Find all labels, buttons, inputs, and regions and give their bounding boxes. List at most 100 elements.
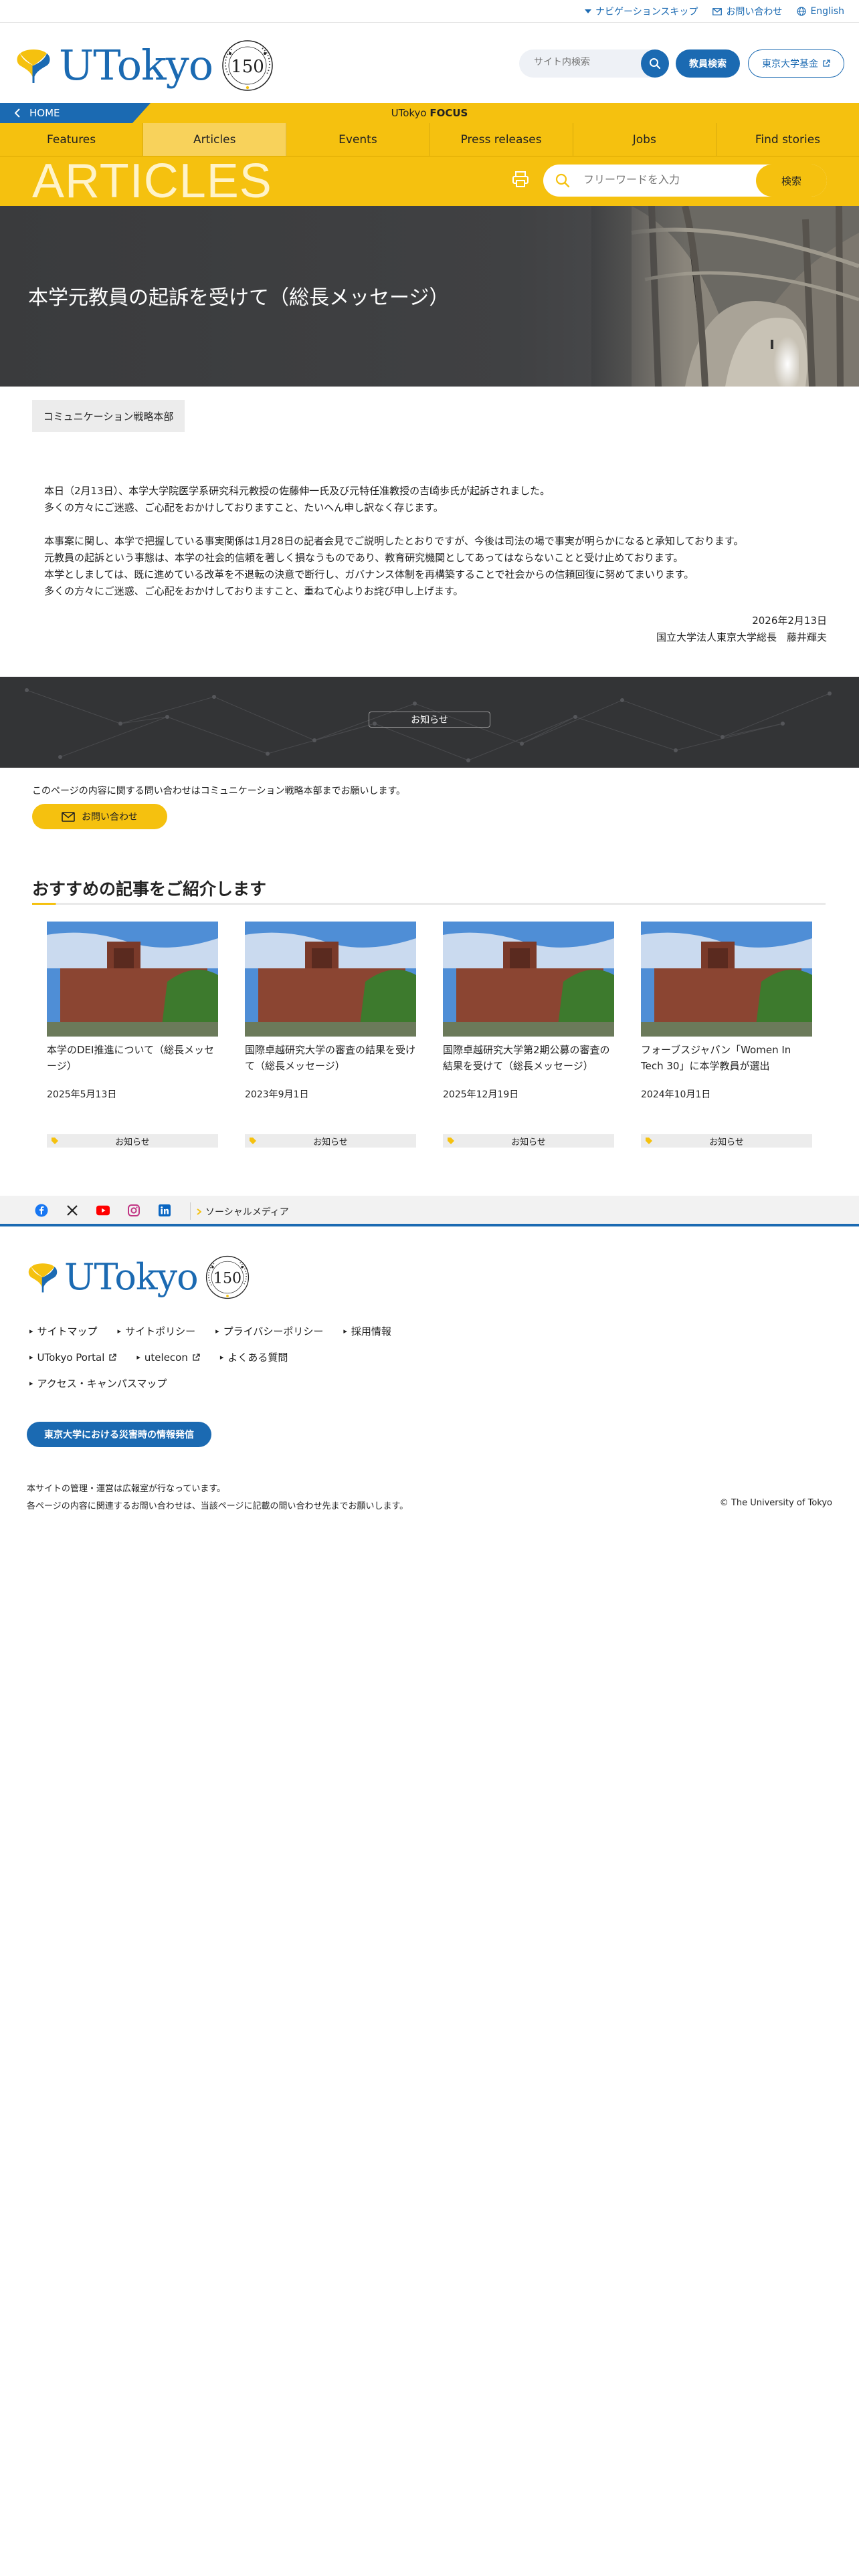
- chevron-right-icon: ▸: [29, 1379, 33, 1388]
- footer-note: 各ページの内容に関連するお問い合わせは、当該ページに記載の問い合わせ先までお願い…: [27, 1501, 409, 1511]
- footer-link-access-map[interactable]: ▸ アクセス・キャンパスマップ: [29, 1376, 167, 1390]
- footer-link-site-policy[interactable]: ▸ サイトポリシー: [118, 1324, 196, 1338]
- skip-navigation-link[interactable]: ナビゲーションスキップ: [584, 5, 698, 18]
- article-line: 多くの方々にご迷惑、ご心配をおかけしておりますこと、たいへん申し訳なく存じます。: [44, 502, 444, 514]
- card-category[interactable]: お知らせ: [245, 1134, 416, 1148]
- footer-link-utelecon[interactable]: ▸ utelecon: [136, 1350, 200, 1364]
- contact-link[interactable]: お問い合わせ: [712, 5, 782, 18]
- nav-item-features[interactable]: Features: [0, 123, 144, 156]
- youtube-icon[interactable]: [96, 1204, 110, 1217]
- article-line: 元教員の起訴という事態は、本学の社会的信頼を著しく損なうものであり、教育研究機関…: [44, 552, 684, 564]
- footer-link-recruitment[interactable]: ▸ 採用情報: [343, 1324, 391, 1338]
- keyword-search-button[interactable]: 検索: [756, 165, 827, 197]
- card-date: 2023年9月1日: [245, 1089, 309, 1100]
- recommended-card[interactable]: フォーブスジャパン「Women In Tech 30」に本学教員が選出 2024…: [641, 922, 812, 1148]
- article-paragraph: 本日（2月13日）、本学大学院医学系研究科元教授の佐藤伸一氏及び元特任准教授の吉…: [44, 483, 820, 516]
- anniversary-150-emblem: 150: [222, 40, 273, 91]
- main-navigation: Features Articles Events Press releases …: [0, 123, 859, 156]
- site-header: UTokyo 150 教員検索 東京大学基金: [0, 23, 859, 103]
- anniversary-150-emblem: 150: [205, 1255, 249, 1299]
- social-media-link[interactable]: ソーシャルメディア: [197, 1205, 289, 1218]
- footer-notes: 本サイトの管理・運営は広報室が行なっています。 各ページの内容に関連するお問い合…: [27, 1481, 408, 1515]
- footer-links-row: ▸ アクセス・キャンパスマップ: [29, 1376, 498, 1390]
- disaster-info-button[interactable]: 東京大学における災害時の情報発信: [27, 1422, 211, 1447]
- instagram-icon[interactable]: [127, 1204, 140, 1217]
- category-pill[interactable]: お知らせ: [369, 712, 490, 728]
- footer-logo[interactable]: UTokyo 150: [25, 1255, 250, 1300]
- card-category-label: お知らせ: [115, 1137, 150, 1148]
- footer-logo-wordmark: UTokyo: [64, 1256, 199, 1298]
- social-media-bar: ソーシャルメディア: [0, 1196, 859, 1226]
- site-search-input[interactable]: [534, 57, 634, 68]
- social-media-label: ソーシャルメディア: [205, 1207, 289, 1218]
- yasuda-auditorium-photo: [245, 922, 416, 1037]
- keyword-input[interactable]: [583, 173, 731, 186]
- card-title: 国際卓越研究大学の審査の結果を受けて（総長メッセージ）: [245, 1044, 416, 1072]
- keyword-search: 検索: [543, 165, 827, 197]
- footer-link-utokyo-portal[interactable]: ▸ UTokyo Portal: [29, 1350, 117, 1364]
- caret-down-icon: [584, 9, 591, 13]
- nav-item-events[interactable]: Events: [286, 123, 430, 156]
- yasuda-auditorium-photo: [47, 922, 218, 1037]
- articles-band: ARTICLES 検索: [0, 156, 859, 206]
- english-link-label: English: [810, 6, 844, 17]
- external-link-icon: [823, 60, 830, 67]
- x-icon[interactable]: [66, 1204, 79, 1217]
- linkedin-icon[interactable]: [158, 1204, 171, 1217]
- focus-title[interactable]: UTokyo FOCUS: [0, 107, 859, 119]
- section-title: ARTICLES: [32, 154, 272, 208]
- focus-title-prefix: UTokyo: [391, 107, 430, 119]
- utokyo-logo[interactable]: UTokyo 150: [13, 39, 274, 92]
- globe-icon: [797, 7, 807, 16]
- card-category[interactable]: お知らせ: [641, 1134, 812, 1148]
- footer-link-privacy-policy[interactable]: ▸ プライバシーポリシー: [215, 1324, 323, 1338]
- chevron-right-icon: ▸: [219, 1353, 224, 1362]
- article-line: 本事案に関し、本学で把握している事実関係は1月28日の記者会見でご説明したとおり…: [44, 535, 744, 547]
- social-divider: [190, 1202, 191, 1220]
- ginkgo-leaf-icon: [17, 49, 50, 83]
- article-date: 2026年2月13日: [752, 615, 827, 627]
- card-category-label: お知らせ: [511, 1137, 546, 1148]
- contact-link-label: お問い合わせ: [726, 7, 783, 17]
- nav-item-jobs[interactable]: Jobs: [573, 123, 717, 156]
- recommended-card[interactable]: 国際卓越研究大学の審査の結果を受けて（総長メッセージ） 2023年9月1日 お知…: [245, 922, 416, 1148]
- card-category[interactable]: お知らせ: [47, 1134, 218, 1148]
- card-title: 国際卓越研究大学第2期公募の審査の結果を受けて（総長メッセージ）: [443, 1044, 610, 1072]
- faculty-search-button[interactable]: 教員検索: [676, 49, 740, 78]
- print-icon[interactable]: [511, 170, 530, 189]
- card-title: フォーブスジャパン「Women In Tech 30」に本学教員が選出: [641, 1044, 791, 1072]
- anniversary-150-text: 150: [213, 1270, 242, 1287]
- nav-item-press-releases[interactable]: Press releases: [430, 123, 573, 156]
- mail-icon: [712, 7, 723, 15]
- contact-button[interactable]: お問い合わせ: [32, 804, 167, 829]
- english-link[interactable]: English: [797, 5, 844, 18]
- footer-link-sitemap[interactable]: ▸ サイトマップ: [29, 1324, 98, 1338]
- site-search-button[interactable]: [641, 49, 669, 78]
- article-title: 本学元教員の起訴を受けて（総長メッセージ）: [28, 286, 450, 310]
- focus-title-strong: FOCUS: [430, 107, 468, 119]
- footer-link-label: 採用情報: [351, 1325, 391, 1337]
- utokyo-fund-button[interactable]: 東京大学基金: [748, 49, 844, 78]
- utility-links: ナビゲーションスキップ お問い合わせ English: [584, 5, 844, 18]
- tag-icon: [646, 1138, 652, 1144]
- footer-link-faq[interactable]: ▸ よくある質問: [220, 1350, 288, 1364]
- recommended-card[interactable]: 本学のDEI推進について（総長メッセージ） 2025年5月13日 お知らせ: [47, 922, 218, 1148]
- footer-links-row: ▸ UTokyo Portal ▸ utelecon ▸ よくある質問: [29, 1350, 498, 1364]
- nav-item-articles[interactable]: Articles: [143, 123, 287, 156]
- department-tag[interactable]: コミュニケーション戦略本部: [32, 400, 185, 432]
- footer-links: ▸ サイトマップ ▸ サイトポリシー ▸ プライバシーポリシー ▸ 採用情報 ▸ UTok…: [29, 1324, 498, 1402]
- yasuda-auditorium-photo: [641, 922, 812, 1037]
- article-paragraph: 本事案に関し、本学で把握している事実関係は1月28日の記者会見でご説明したとおり…: [44, 533, 820, 600]
- footer-link-label: サイトポリシー: [125, 1325, 196, 1337]
- recommended-card[interactable]: 国際卓越研究大学第2期公募の審査の結果を受けて（総長メッセージ） 2025年12…: [443, 922, 614, 1148]
- footer-link-label: UTokyo Portal: [37, 1351, 105, 1364]
- card-category[interactable]: お知らせ: [443, 1134, 614, 1148]
- nav-item-find-stories[interactable]: Find stories: [717, 123, 859, 156]
- chevron-right-icon: ▸: [215, 1327, 219, 1335]
- recommended-heading: おすすめの記事をご紹介します: [32, 879, 267, 899]
- article-body: 本日（2月13日）、本学大学院医学系研究科元教授の佐藤伸一氏及び元特任准教授の吉…: [44, 483, 820, 617]
- contact-button-label: お問い合わせ: [82, 812, 138, 823]
- skip-navigation-label: ナビゲーションスキップ: [595, 7, 698, 17]
- facebook-icon[interactable]: [35, 1204, 48, 1217]
- tag-icon: [448, 1138, 454, 1144]
